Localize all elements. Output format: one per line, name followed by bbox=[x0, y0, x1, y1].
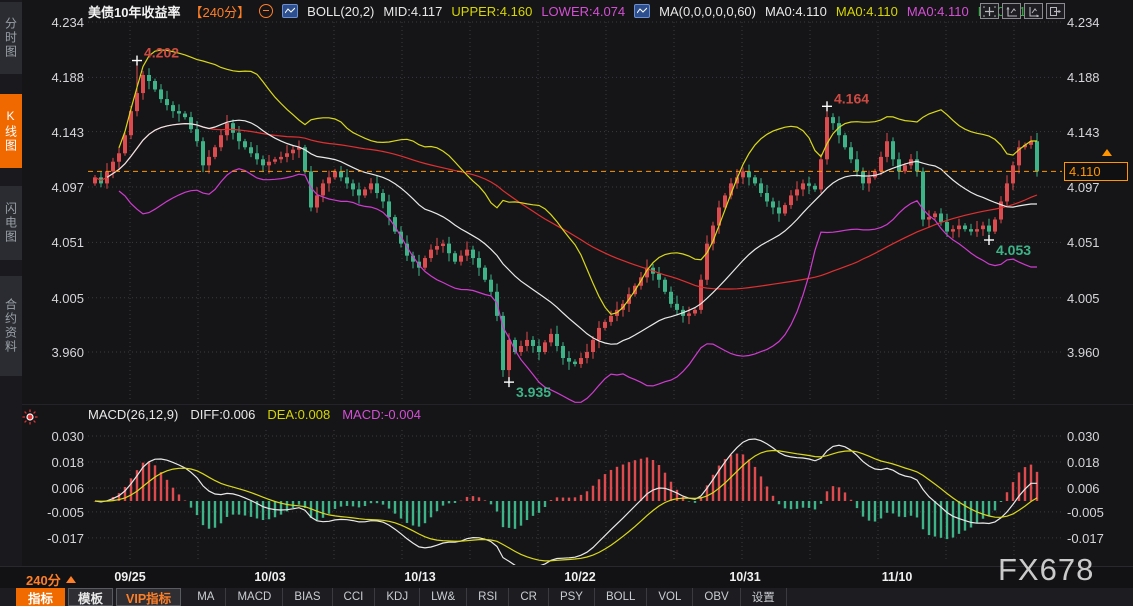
macd-diff: DIFF:0.006 bbox=[190, 407, 255, 422]
axis-label: -0.017 bbox=[1067, 531, 1127, 546]
instrument-title: 美债10年收益率 bbox=[88, 2, 180, 21]
bottom-tab[interactable]: 设置 bbox=[741, 588, 787, 606]
bottom-tab[interactable]: KDJ bbox=[375, 588, 420, 606]
bottom-tab[interactable]: MA bbox=[186, 588, 226, 606]
ma-value-2: MA0:4.110 bbox=[836, 4, 898, 19]
date-tick-label: 10/13 bbox=[397, 570, 443, 584]
macd-dea: DEA:0.008 bbox=[267, 407, 330, 422]
chevron-up-icon bbox=[66, 576, 76, 583]
date-tick-label: 09/25 bbox=[107, 570, 153, 584]
axis-label: 0.006 bbox=[1067, 481, 1127, 496]
bottom-tab[interactable]: BIAS bbox=[283, 588, 332, 606]
axis-label: -0.017 bbox=[38, 531, 84, 546]
period-selector[interactable]: 240分 bbox=[26, 570, 76, 589]
macd-header: MACD(26,12,9) DIFF:0.006 DEA:0.008 MACD:… bbox=[88, 407, 421, 422]
boll-mid: MID:4.117 bbox=[383, 4, 442, 19]
trading-app-window: 4.202 3.935 4.164 4.053 4.234 4.234 4.188 4.18… bbox=[0, 0, 1133, 606]
bottom-tab[interactable]: BOLL bbox=[595, 588, 647, 606]
zoom-x-axis-icon[interactable] bbox=[1024, 3, 1043, 19]
ma-name: MA(0,0,0,0,0,60) bbox=[659, 4, 756, 19]
watermark: FX678 bbox=[998, 552, 1094, 588]
chart-canvas[interactable]: 4.202 3.935 4.164 4.053 bbox=[0, 0, 1133, 606]
date-tick-label: 11/10 bbox=[874, 570, 920, 584]
bottom-tab[interactable]: RSI bbox=[467, 588, 509, 606]
axis-label: 0.018 bbox=[38, 455, 84, 470]
ma-value-3: MA0:4.110 bbox=[907, 4, 969, 19]
axis-label: 4.143 bbox=[1067, 125, 1127, 140]
axis-label: 4.188 bbox=[38, 70, 84, 85]
ma-value-1: MA0:4.110 bbox=[765, 4, 827, 19]
axis-label: 4.005 bbox=[1067, 291, 1127, 306]
zoom-y-axis-icon[interactable] bbox=[1002, 3, 1021, 19]
date-tick-label: 10/03 bbox=[247, 570, 293, 584]
bottom-tab[interactable]: 指标 bbox=[16, 588, 65, 606]
pan-icon[interactable] bbox=[980, 3, 999, 19]
bottom-tab[interactable]: VIP指标 bbox=[116, 588, 181, 606]
macd-name[interactable]: MACD(26,12,9) bbox=[88, 407, 178, 422]
boll-indicator-icon[interactable] bbox=[282, 4, 298, 18]
bottom-tab[interactable]: 模板 bbox=[68, 588, 113, 606]
date-tick-label: 10/22 bbox=[557, 570, 603, 584]
axis-label: 4.188 bbox=[1067, 70, 1127, 85]
bottom-tab[interactable]: PSY bbox=[549, 588, 595, 606]
axis-label: 4.051 bbox=[1067, 235, 1127, 250]
axis-label: 3.960 bbox=[38, 345, 84, 360]
axis-label: 0.030 bbox=[1067, 429, 1127, 444]
axis-label: -0.005 bbox=[1067, 505, 1127, 520]
axis-label: 4.005 bbox=[38, 291, 84, 306]
time-axis-row: 240分 09/25 10/03 10/13 10/22 10/31 11/10 bbox=[0, 566, 1133, 589]
axis-label: 4.234 bbox=[38, 15, 84, 30]
axis-label: 4.234 bbox=[1067, 15, 1127, 30]
boll-name: BOLL(20,2) bbox=[307, 4, 374, 19]
period-label[interactable]: 【240分】 bbox=[189, 2, 250, 21]
price-up-arrow-icon bbox=[1102, 149, 1112, 156]
axis-label: 4.097 bbox=[1067, 180, 1127, 195]
svg-text:4.053: 4.053 bbox=[996, 242, 1031, 258]
window-controls bbox=[980, 3, 1065, 19]
axis-label: 4.143 bbox=[38, 125, 84, 140]
bottom-tab[interactable]: MACD bbox=[226, 588, 283, 606]
macd-value: MACD:-0.004 bbox=[342, 407, 421, 422]
bottom-tab[interactable]: LW& bbox=[420, 588, 467, 606]
date-tick-label: 10/31 bbox=[722, 570, 768, 584]
svg-text:4.164: 4.164 bbox=[834, 90, 869, 106]
bottom-tab[interactable]: VOL bbox=[647, 588, 693, 606]
axis-label: 0.018 bbox=[1067, 455, 1127, 470]
axis-label: 4.051 bbox=[38, 235, 84, 250]
boll-upper: UPPER:4.160 bbox=[451, 4, 532, 19]
export-icon[interactable] bbox=[1046, 3, 1065, 19]
axis-label: 4.097 bbox=[38, 180, 84, 195]
axis-label: 0.006 bbox=[38, 481, 84, 496]
indicator-tab-bar: 指标模板VIP指标 MAMACDBIASCCIKDJLW&RSICRPSYBOLL… bbox=[0, 588, 1133, 606]
axis-label: -0.005 bbox=[38, 505, 84, 520]
ma-indicator-icon[interactable] bbox=[634, 4, 650, 18]
boll-lower: LOWER:4.074 bbox=[541, 4, 625, 19]
collapse-icon[interactable] bbox=[259, 4, 273, 18]
period-selector-label: 240分 bbox=[26, 570, 61, 589]
bottom-tab[interactable]: OBV bbox=[693, 588, 740, 606]
chart-header: 美债10年收益率 【240分】 BOLL(20,2) MID:4.117 UPP… bbox=[88, 0, 1026, 22]
svg-text:3.935: 3.935 bbox=[516, 384, 551, 400]
axis-label: 3.960 bbox=[1067, 345, 1127, 360]
alert-icon[interactable] bbox=[22, 409, 38, 425]
bottom-tab[interactable]: CCI bbox=[333, 588, 376, 606]
current-price-tag: 4.110 bbox=[1064, 162, 1128, 181]
axis-label: 0.030 bbox=[38, 429, 84, 444]
bottom-tab[interactable]: CR bbox=[509, 588, 549, 606]
svg-text:4.202: 4.202 bbox=[144, 45, 179, 61]
